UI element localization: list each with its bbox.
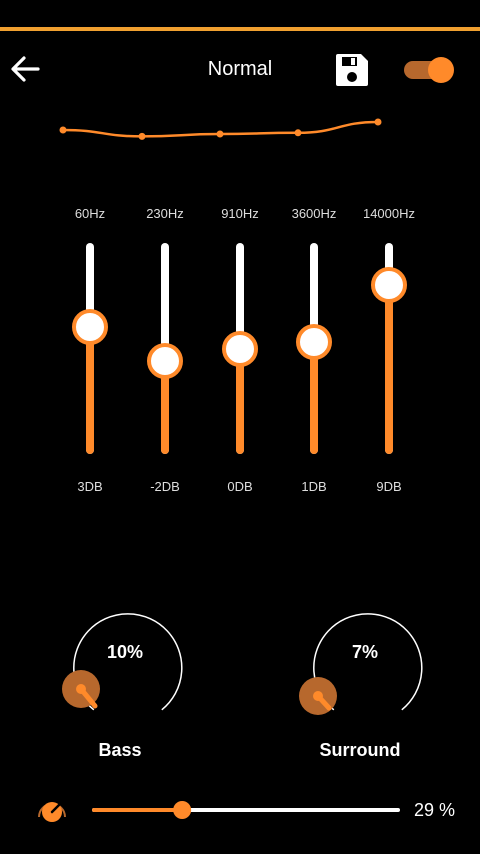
curve-point (294, 129, 302, 137)
band-slider[interactable] (86, 243, 94, 454)
toggle-knob (428, 57, 454, 83)
surround-label: Surround (319, 740, 401, 760)
curve-point (59, 126, 67, 134)
eq-band-60hz: 60Hz 3DB (50, 200, 130, 500)
band-gain-label: 9DB (376, 479, 402, 494)
eq-curve (59, 118, 382, 140)
eq-band-3600hz: 3600Hz 1DB (274, 200, 354, 500)
floppy-disk-icon (336, 54, 368, 86)
band-frequency-label: 230Hz (146, 206, 184, 221)
band-frequency-label: 14000Hz (362, 206, 416, 221)
dial-icon (38, 802, 66, 822)
bass-label: Bass (98, 740, 142, 760)
bass-dial (62, 613, 183, 711)
volume-thumb (173, 801, 192, 819)
surround-knob[interactable]: 7% (295, 600, 435, 740)
bass-percent: 10% (106, 642, 144, 662)
curve-point (216, 130, 224, 138)
band-slider-thumb[interactable] (222, 330, 258, 367)
volume-percent: 29 % (414, 800, 456, 820)
band-gain-label: 0DB (227, 479, 253, 494)
surround-dial (299, 613, 423, 715)
top-accent-line (0, 27, 480, 31)
band-frequency-label: 3600Hz (291, 206, 337, 221)
equalizer-toggle[interactable] (402, 56, 454, 84)
eq-band-14000hz: 14000Hz 9DB (349, 200, 429, 500)
band-gain-label: 3DB (77, 479, 103, 494)
band-slider-thumb[interactable] (296, 324, 332, 361)
eq-band-910hz: 910Hz 0DB (200, 200, 280, 500)
volume-slider[interactable] (90, 796, 402, 824)
band-slider-thumb[interactable] (72, 309, 108, 346)
surround-percent: 7% (351, 642, 378, 662)
eq-band-230hz: 230Hz -2DB (125, 200, 205, 500)
band-frequency-label: 910Hz (221, 206, 259, 221)
curve-point (374, 118, 382, 126)
band-slider-thumb[interactable] (371, 267, 407, 304)
curve-point (138, 132, 146, 140)
header-bar: Normal (0, 40, 480, 100)
band-gain-label: -2DB (150, 479, 180, 494)
band-frequency-label: 60Hz (74, 206, 106, 221)
slider-fill (86, 327, 94, 454)
slider-fill (385, 285, 393, 454)
bass-knob[interactable]: 10% (55, 600, 195, 740)
band-slider-thumb[interactable] (147, 343, 183, 380)
save-preset-button[interactable] (334, 52, 370, 88)
band-gain-label: 1DB (301, 479, 327, 494)
volume-dial-button[interactable] (34, 793, 70, 827)
